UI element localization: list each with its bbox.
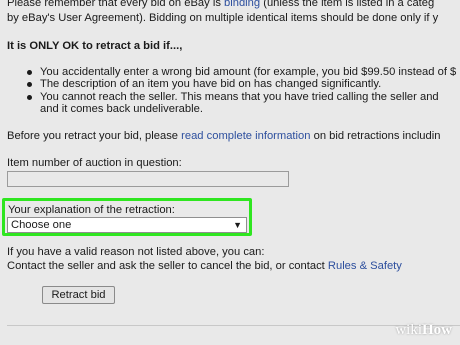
before-text: Before you retract your bid, please [7,130,182,142]
intro-text: Please remember that every bid on eBay i… [7,0,225,9]
wikihow-watermark: wikiHow [395,322,452,338]
help-text: Contact the seller and ask the seller to… [7,260,328,272]
divider [7,325,460,326]
help-line-2: Contact the seller and ask the seller to… [7,260,402,273]
retract-bid-button[interactable]: Retract bid [42,286,115,304]
help-line-1: If you have a valid reason not listed ab… [7,246,265,258]
list-item-text: You cannot reach the seller. This means … [40,90,439,103]
read-complete-information-link[interactable]: read complete information [181,130,310,142]
list-item: You accidentally enter a wrong bid amoun… [26,66,456,78]
retract-reasons-list: You accidentally enter a wrong bid amoun… [26,66,456,116]
dropdown-arrow-icon: ▼ [233,220,242,230]
bid-retraction-page: Please remember that every bid on eBay i… [0,0,460,345]
retract-heading: It is ONLY OK to retract a bid if..., [7,40,183,52]
intro-line-1: Please remember that every bid on eBay i… [7,0,434,10]
binding-link[interactable]: binding [224,0,260,9]
item-number-label: Item number of auction in question: [7,157,182,169]
intro-line-2: by eBay's User Agreement). Bidding on mu… [7,12,439,24]
intro-text-cont: (unless the item is listed in a categ [260,0,435,9]
bullet-icon [27,70,32,75]
bullet-icon [27,82,32,88]
bullet-icon [27,94,32,100]
list-item-text: The description of an item you have bid … [40,78,382,91]
list-item: The description of an item you have bid … [26,78,456,90]
list-item: You cannot reach the seller. This means … [26,91,456,116]
rules-safety-link[interactable]: Rules & Safety [328,260,402,272]
list-item-text: You accidentally enter a wrong bid amoun… [40,66,457,78]
explanation-selected-value: Choose one [11,219,72,231]
list-item-text-cont: and it comes back undeliverable. [40,103,203,116]
item-number-input[interactable] [7,171,289,187]
before-text-cont: on bid retractions includin [310,130,441,142]
explanation-select[interactable]: Choose one ▼ [7,217,247,233]
explanation-label: Your explanation of the retraction: [8,204,175,216]
before-retract-note: Before you retract your bid, please read… [7,130,440,143]
